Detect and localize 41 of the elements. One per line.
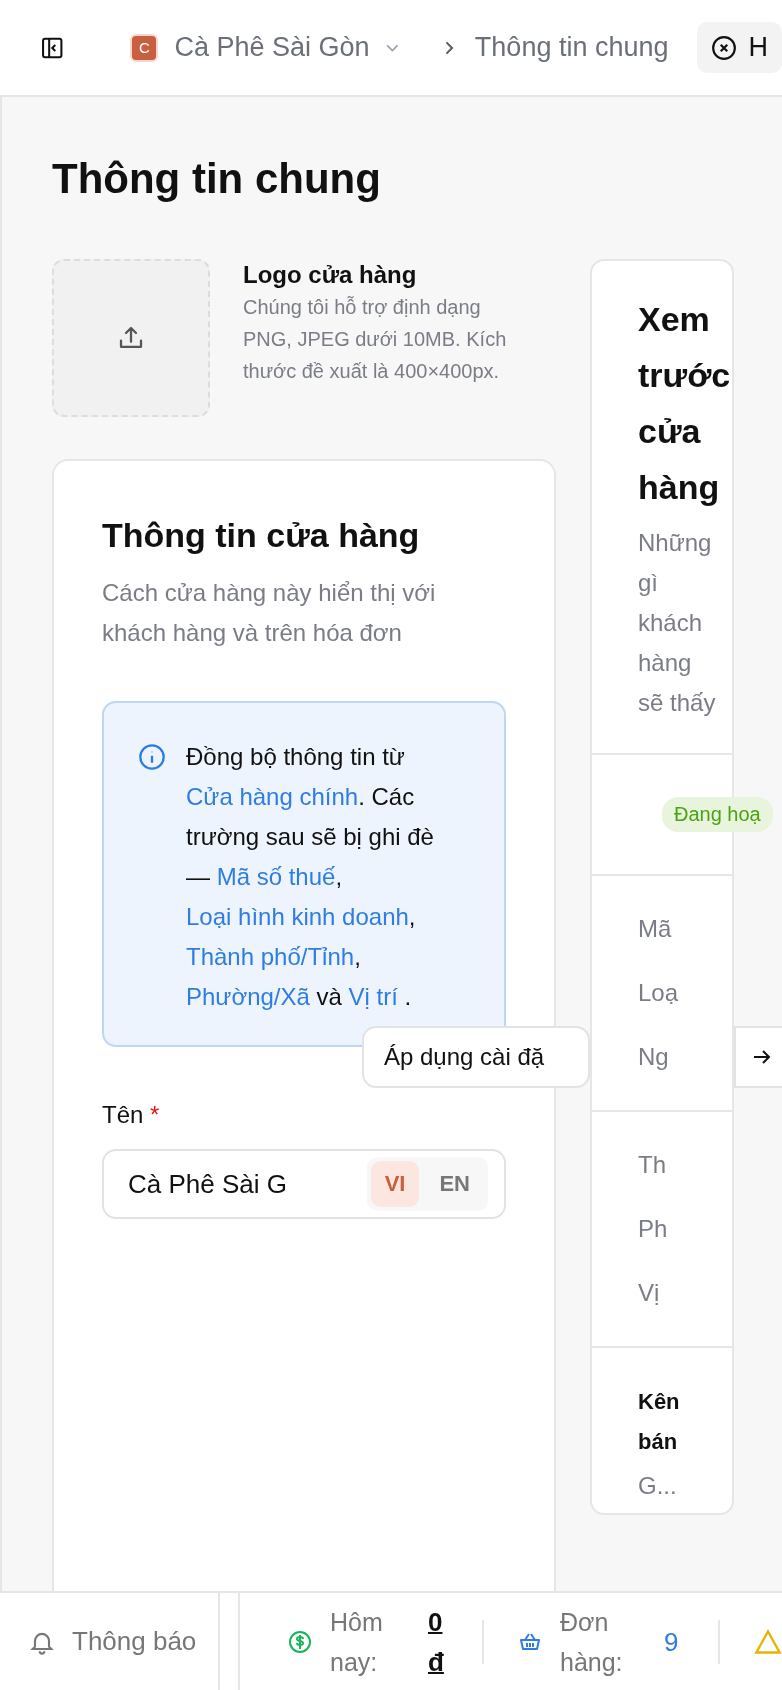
today-label: Hôm nay: bbox=[330, 1606, 384, 1678]
notice-link[interactable]: Vị trí bbox=[348, 983, 398, 1010]
card-title: Thông tin cửa hàng bbox=[102, 515, 421, 556]
notifications-button[interactable]: Thông báo bbox=[0, 1593, 220, 1690]
logo-title: Logo cửa hàng bbox=[243, 260, 418, 290]
preview-label: Mã bbox=[638, 914, 673, 944]
notice-link[interactable]: Loại hình kinh doanh bbox=[186, 903, 409, 930]
language-option[interactable]: EN bbox=[425, 1161, 484, 1207]
notice-link[interactable]: Thành phố/Tỉnh bbox=[186, 943, 355, 970]
store-avatar: C bbox=[130, 33, 159, 62]
preview-label: Th bbox=[638, 1150, 667, 1180]
notice-link[interactable]: Cửa hàng chính bbox=[186, 783, 359, 810]
logo-description: Chúng tôi hỗ trợ định dạng PNG, JPEG dưới 10MB. Kích thước đề xuất là 400×400px. bbox=[243, 295, 508, 384]
preview-label: Ph bbox=[638, 1214, 669, 1244]
store-switcher[interactable]: Cà Phê Sài Gòn bbox=[174, 32, 370, 63]
breadcrumb-item[interactable]: Thông tin chung bbox=[474, 32, 669, 63]
orders-value: 9 bbox=[664, 1625, 680, 1659]
orders-label: Đơn hàng: bbox=[560, 1606, 624, 1678]
notice-link[interactable]: Phường/Xã bbox=[186, 983, 310, 1010]
channels-value: G... bbox=[638, 1472, 678, 1500]
preview-subtitle: Những gì khách hàng sẽ thấy bbox=[638, 528, 717, 718]
preview-title: Xem trước cửa hàng bbox=[638, 299, 728, 508]
preview-label: Ng bbox=[638, 1042, 670, 1072]
dollar-icon bbox=[288, 1629, 312, 1654]
field-label: Tên * bbox=[102, 1100, 161, 1130]
tab[interactable]: H bbox=[696, 22, 782, 73]
apply-settings-button[interactable]: Áp dụng cài đặ bbox=[362, 1026, 590, 1088]
page-title: Thông tin chung bbox=[52, 154, 382, 204]
notice-link[interactable]: Mã số thuế bbox=[216, 863, 336, 890]
channels-label: Kên bán bbox=[638, 1388, 681, 1456]
today-value: 0 đ bbox=[428, 1605, 445, 1679]
status-badge: Đang hoạ bbox=[662, 797, 773, 832]
info-icon bbox=[138, 743, 166, 771]
language-option[interactable]: VI bbox=[370, 1161, 420, 1207]
card-subtitle: Cách cửa hàng này hiển thị với khách hàng và trên hóa đơn bbox=[102, 578, 437, 648]
preview-label: Loạ bbox=[638, 978, 680, 1008]
notice-text: Đồng bộ thông tin từ Cửa hàng chính. Các trường sau sẽ bị ghi đè — Mã số thuế, Loại hình kinh doanh, Thành phố/Tỉnh, Phường/Xã và Vị trí . bbox=[186, 742, 435, 1012]
preview-label: Vị bbox=[638, 1278, 661, 1308]
warning-icon bbox=[754, 1627, 782, 1656]
close-icon[interactable] bbox=[710, 34, 737, 61]
name-field[interactable]: Cà Phê Sài G VI EN bbox=[102, 1149, 506, 1219]
